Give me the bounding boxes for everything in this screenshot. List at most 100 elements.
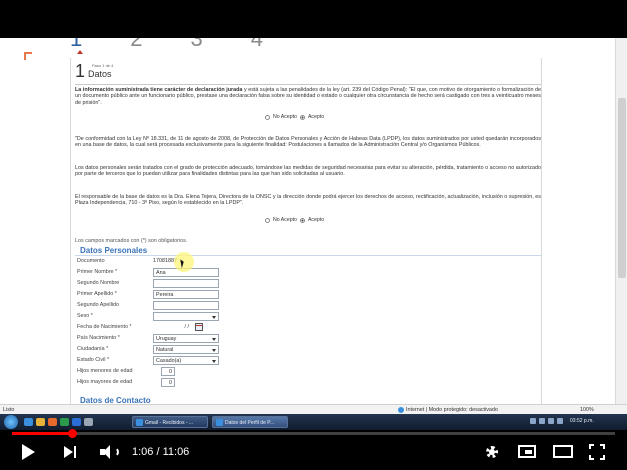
segundo-apellido-row: Segundo Apellido bbox=[75, 301, 541, 311]
miniplayer-icon[interactable] bbox=[518, 445, 536, 458]
ie-quicklaunch-icon[interactable] bbox=[24, 418, 33, 426]
browser-viewport: 1 2 3 4 1 Paso 1 de 4 Datos La informaci… bbox=[0, 38, 627, 404]
fullscreen-corner bbox=[589, 455, 594, 460]
start-button[interactable] bbox=[4, 415, 18, 429]
next-icon[interactable] bbox=[64, 446, 78, 458]
hijos-mayores-label: Hijos mayores de edad bbox=[77, 379, 133, 385]
privacy-accept-radio[interactable] bbox=[299, 217, 305, 223]
declaration-radios: No Acepto Acepto bbox=[265, 114, 324, 120]
ciudadania-row: Ciudadanía * Natural bbox=[75, 345, 541, 355]
segundo-apellido-label: Segundo Apellido bbox=[77, 302, 119, 308]
wizard-step-4[interactable]: 4 bbox=[251, 38, 263, 50]
declaration-text: La información suministrada tiene caráct… bbox=[75, 87, 541, 106]
time-display: 1:06 / 11:06 bbox=[132, 446, 189, 458]
pais-nacimiento-select[interactable]: Uruguay bbox=[153, 334, 219, 343]
security-zone: Internet | Modo protegido: desactivado bbox=[398, 407, 498, 413]
estado-civil-select[interactable]: Casado(a) bbox=[153, 356, 219, 365]
estado-civil-value: Casado(a) bbox=[156, 358, 182, 364]
primer-nombre-label: Primer Nombre * bbox=[77, 269, 118, 275]
primer-apellido-input[interactable]: Pereira bbox=[153, 290, 219, 299]
required-fields-note: Los campos marcados con (*) son obligato… bbox=[75, 238, 188, 244]
privacy-radios: No Acepto Acepto bbox=[265, 217, 324, 223]
personal-data-divider bbox=[75, 255, 541, 256]
app-quicklaunch-icon[interactable] bbox=[60, 418, 69, 426]
globe-icon bbox=[398, 407, 404, 413]
zoom-level[interactable]: 100% bbox=[580, 407, 594, 413]
wizard-step-1[interactable]: 1 bbox=[70, 38, 82, 50]
sexo-select[interactable] bbox=[153, 312, 219, 321]
task-gmail[interactable]: Gmail - Recibidos - ... bbox=[132, 416, 208, 428]
media-quicklaunch-icon[interactable] bbox=[48, 418, 57, 426]
privacy-paragraph-2: Los datos personales serán tratados con … bbox=[75, 165, 541, 178]
play-icon[interactable] bbox=[22, 444, 35, 460]
form-panel: 1 Paso 1 de 4 Datos La información sumin… bbox=[70, 58, 542, 404]
primer-apellido-label: Primer Apellido * bbox=[77, 291, 117, 297]
ciudadania-select[interactable]: Natural bbox=[153, 345, 219, 354]
privacy-paragraph-3: El responsable de la base de datos es la… bbox=[75, 194, 541, 207]
declaration-no-accept-radio[interactable] bbox=[265, 114, 270, 120]
ie-icon bbox=[216, 419, 223, 426]
hijos-mayores-input[interactable]: 0 bbox=[161, 378, 175, 387]
folder-quicklaunch-icon[interactable] bbox=[36, 418, 45, 426]
fecha-nacimiento-label: Fecha de Nacimiento * bbox=[77, 324, 132, 330]
chevron-down-icon bbox=[212, 349, 216, 352]
volume-cone bbox=[103, 445, 110, 459]
documento-label: Documento bbox=[77, 258, 105, 264]
video-player-controls: 1:06 / 11:06 bbox=[0, 429, 627, 470]
estado-civil-row: Estado Civil * Casado(a) bbox=[75, 356, 541, 366]
gear-icon[interactable] bbox=[484, 444, 500, 460]
segundo-nombre-label: Segundo Nombre bbox=[77, 280, 120, 286]
declaration-accept-radio[interactable] bbox=[299, 114, 305, 120]
tray-icon-2[interactable] bbox=[539, 418, 545, 424]
estado-civil-label: Estado Civil * bbox=[77, 357, 110, 363]
volume-wave bbox=[111, 447, 119, 457]
scrollbar-thumb[interactable] bbox=[618, 98, 626, 278]
fullscreen-icon[interactable] bbox=[589, 444, 605, 460]
contact-data-title: Datos de Contacto bbox=[80, 396, 151, 404]
step-progress-label: Paso 1 de 4 bbox=[92, 63, 114, 68]
progress-scrubber[interactable] bbox=[68, 429, 77, 438]
hijos-menores-input[interactable]: 0 bbox=[161, 367, 175, 376]
fecha-nacimiento-input[interactable]: / / bbox=[153, 323, 191, 332]
hijos-menores-label: Hijos menores de edad bbox=[77, 368, 133, 374]
page-scrollbar[interactable] bbox=[615, 38, 627, 404]
word-quicklaunch-icon[interactable] bbox=[72, 418, 81, 426]
security-zone-text: Internet | Modo protegido: desactivado bbox=[406, 407, 498, 413]
wizard-step-3[interactable]: 3 bbox=[191, 38, 203, 50]
desktop-quicklaunch-icon[interactable] bbox=[84, 418, 93, 426]
calendar-icon[interactable] bbox=[195, 323, 203, 331]
volume-icon[interactable] bbox=[100, 445, 120, 459]
clock[interactable]: 03:52 p.m. bbox=[570, 418, 594, 424]
hijos-mayores-row: Hijos mayores de edad 0 bbox=[75, 378, 541, 388]
privacy-no-accept-radio[interactable] bbox=[265, 217, 270, 223]
gear-center bbox=[489, 449, 495, 455]
chevron-down-icon bbox=[212, 316, 216, 319]
fullscreen-corner bbox=[600, 444, 605, 449]
status-text: Listo bbox=[3, 407, 15, 413]
tray-icon-1[interactable] bbox=[530, 418, 536, 424]
pais-nacimiento-value: Uruguay bbox=[156, 336, 177, 342]
cursor-highlight bbox=[174, 252, 194, 272]
speaker-icon[interactable] bbox=[557, 418, 563, 424]
hijos-menores-row: Hijos menores de edad 0 bbox=[75, 367, 541, 377]
task-gmail-label: Gmail - Recibidos - ... bbox=[145, 420, 194, 426]
declaration-heading: La información suministrada tiene caráct… bbox=[75, 87, 243, 93]
windows-taskbar: Gmail - Recibidos - ... Datos del Perfil… bbox=[0, 414, 627, 430]
chevron-down-icon bbox=[212, 360, 216, 363]
segundo-nombre-row: Segundo Nombre bbox=[75, 279, 541, 289]
duration: 11:06 bbox=[162, 446, 190, 458]
pais-nacimiento-label: País Nacimiento * bbox=[77, 335, 120, 341]
wizard-step-2[interactable]: 2 bbox=[130, 38, 142, 50]
theater-mode-icon[interactable] bbox=[553, 445, 573, 458]
segundo-nombre-input[interactable] bbox=[153, 279, 219, 288]
declaration-no-accept-label: No Acepto bbox=[273, 114, 297, 120]
task-datos-perfil-label: Datos del Perfil de P... bbox=[225, 420, 275, 426]
current-time: 1:06 bbox=[132, 446, 154, 458]
task-datos-perfil[interactable]: Datos del Perfil de P... bbox=[212, 416, 288, 428]
video-top-bar bbox=[0, 0, 627, 38]
segundo-apellido-input[interactable] bbox=[153, 301, 219, 310]
progress-bar[interactable] bbox=[12, 429, 615, 438]
orange-corner-mark bbox=[24, 52, 32, 60]
network-icon[interactable] bbox=[548, 418, 554, 424]
browser-status-bar: Listo Internet | Modo protegido: desacti… bbox=[0, 404, 627, 414]
